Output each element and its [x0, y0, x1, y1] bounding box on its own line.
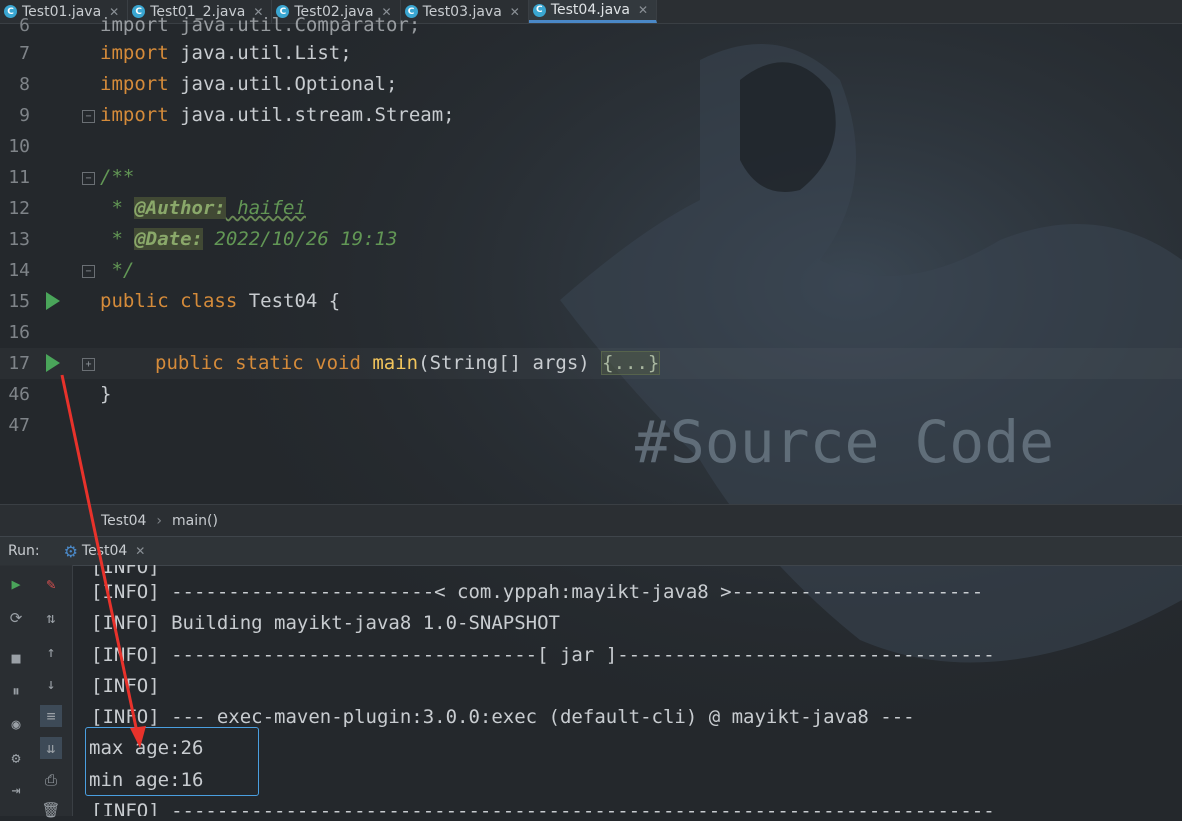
print-icon[interactable]: ⎙ — [40, 769, 62, 791]
run-tool-window-header: Run: ⚙ Test04 ✕ — [0, 536, 1182, 566]
code-line: 11 − /** — [8, 166, 135, 188]
breadcrumb-class[interactable]: Test04 — [101, 513, 146, 529]
code-line: 46 } — [8, 383, 112, 405]
rerun-icon[interactable]: ▶ — [5, 573, 27, 595]
sort-icon[interactable]: ⇅ — [40, 607, 62, 629]
fold-icon[interactable]: − — [82, 110, 95, 123]
code-line: 6 import java.util.Comparator; — [19, 14, 421, 36]
highlight-box — [85, 727, 259, 796]
run-tab-test04[interactable]: ⚙ Test04 ✕ — [64, 542, 146, 561]
settings-icon[interactable]: ⚙ — [5, 747, 27, 769]
down-arrow-icon[interactable]: ↓ — [40, 673, 62, 695]
console-line: [INFO] --------------------------------[… — [91, 644, 995, 666]
code-line: 15 public class Test04 { — [8, 290, 341, 312]
exit-icon[interactable]: ⇥ — [5, 779, 27, 801]
up-arrow-icon[interactable]: ↑ — [40, 641, 62, 663]
close-icon[interactable]: ✕ — [135, 544, 145, 558]
run-toolbar: ▶ ✎ ⟳ ⇅ ■ ↑ ⏸ ↓ ◉ ≡ ⚙ ⇊ ⇥ ⎙ 🗑 — [0, 565, 73, 819]
run-main-icon[interactable] — [46, 354, 60, 372]
fold-icon[interactable]: − — [82, 265, 95, 278]
code-line-current: 17 + public static void main(String[] ar… — [0, 348, 1182, 379]
console-line: [INFO] ---------------------------------… — [91, 800, 995, 816]
folded-code-block[interactable]: {...} — [601, 351, 661, 375]
code-line: 7 import java.util.List; — [19, 42, 352, 64]
code-line: 9 − import java.util.stream.Stream; — [19, 104, 455, 126]
fold-icon[interactable]: − — [82, 172, 95, 185]
code-line: 13 * @Date: 2022/10/26 19:13 — [8, 228, 398, 250]
code-line: 47 — [8, 415, 30, 436]
camera-icon[interactable]: ◉ — [5, 713, 27, 735]
stop-icon[interactable]: ■ — [5, 647, 27, 669]
clear-icon[interactable]: ✎ — [40, 573, 62, 595]
run-label: Run: — [8, 543, 40, 559]
scroll-to-end-icon[interactable]: ⇊ — [40, 737, 62, 759]
code-line: 14 − */ — [8, 259, 135, 281]
debug-icon[interactable]: ⟳ — [5, 607, 27, 629]
run-class-icon[interactable] — [46, 292, 60, 310]
code-line: 16 — [8, 322, 30, 343]
trash-icon[interactable]: 🗑 — [40, 799, 62, 821]
console-line: [INFO] -----------------------< com.yppa… — [91, 581, 984, 603]
breadcrumb: Test04 › main() — [0, 504, 1182, 537]
console-line: [INFO] Building mayikt-java8 1.0-SNAPSHO… — [91, 612, 560, 634]
code-line: 8 import java.util.Optional; — [19, 73, 398, 95]
console-line: [INFO] — [91, 675, 160, 697]
expand-icon[interactable]: + — [82, 358, 95, 371]
gear-icon: ⚙ — [63, 541, 78, 561]
soft-wrap-icon[interactable]: ≡ — [40, 705, 62, 727]
breadcrumb-separator: › — [156, 513, 162, 529]
code-line: 12 * @Author: haifei — [8, 197, 306, 219]
pause-icon[interactable]: ⏸ — [5, 680, 27, 702]
breadcrumb-method[interactable]: main() — [172, 513, 218, 529]
code-line: 10 — [8, 136, 30, 157]
code-editor[interactable]: 6 import java.util.Comparator; 7 import … — [0, 14, 1182, 504]
